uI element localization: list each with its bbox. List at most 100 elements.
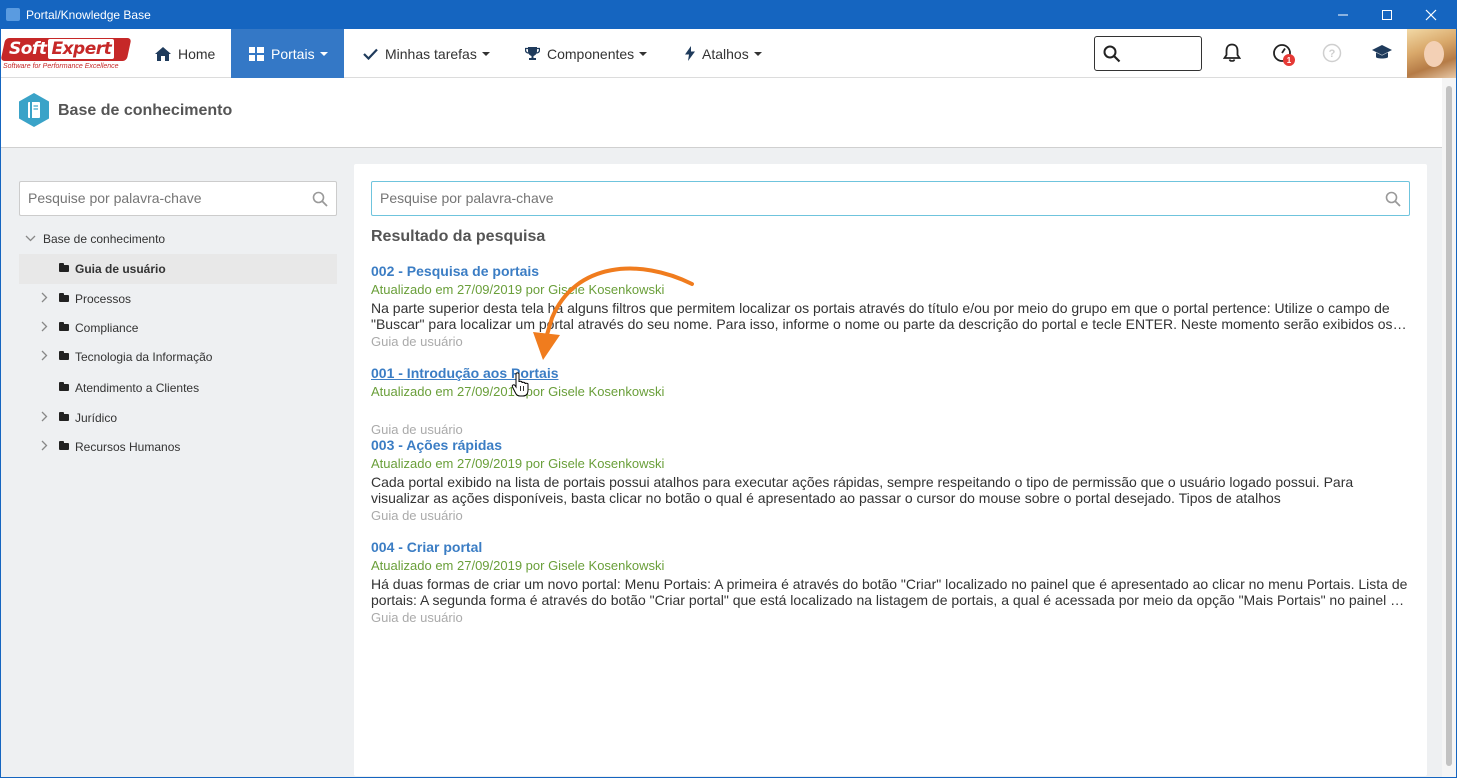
scrollbar-thumb[interactable]	[1446, 86, 1452, 766]
result-item: 004 - Criar portal Atualizado em 27/09/2…	[371, 539, 1411, 625]
tree-item-label: Atendimento a Clientes	[75, 381, 200, 395]
chevron-right-icon[interactable]	[41, 350, 48, 364]
knowledge-base-icon	[19, 93, 49, 127]
tree-item-tecnologia-da-informacao[interactable]: Tecnologia da Informação	[19, 342, 337, 372]
tree-item-juridico[interactable]: Jurídico	[19, 403, 337, 433]
task-gauge-button[interactable]: 1	[1271, 42, 1295, 66]
global-search-input[interactable]	[1094, 36, 1202, 71]
maximize-button[interactable]	[1365, 0, 1409, 29]
results-panel: Resultado da pesquisa 002 - Pesquisa de …	[354, 164, 1427, 776]
close-button[interactable]	[1409, 0, 1453, 29]
minimize-icon	[1338, 14, 1348, 15]
folder-icon	[59, 441, 69, 450]
page-header: Base de conhecimento	[1, 78, 1442, 148]
chevron-right-icon[interactable]	[41, 440, 48, 454]
search-icon	[1103, 45, 1121, 63]
user-avatar[interactable]	[1407, 29, 1456, 78]
result-description-empty	[371, 402, 1411, 420]
window-title: Portal/Knowledge Base	[26, 8, 151, 22]
nav-minhas-tarefas[interactable]: Minhas tarefas	[363, 29, 490, 78]
result-category: Guia de usuário	[371, 422, 463, 437]
close-icon	[1425, 9, 1437, 20]
folder-icon	[59, 412, 69, 421]
nav-portais[interactable]: Portais	[231, 29, 344, 78]
tree-item-label: Compliance	[75, 321, 139, 335]
notifications-button[interactable]	[1221, 42, 1243, 64]
main-search-box	[371, 181, 1410, 216]
minimize-button[interactable]	[1321, 0, 1365, 29]
search-icon[interactable]	[1385, 191, 1401, 207]
help-button[interactable]: ?	[1321, 42, 1343, 64]
page-title: Base de conhecimento	[58, 102, 233, 119]
bolt-icon	[685, 46, 695, 61]
nav-home-label: Home	[178, 45, 216, 62]
left-search-input[interactable]	[28, 190, 298, 206]
chevron-right-icon[interactable]	[41, 292, 48, 306]
result-title-link[interactable]: 001 - Introdução aos Portais	[371, 365, 1411, 383]
svg-text:?: ?	[1329, 48, 1336, 60]
graduation-cap-icon	[1372, 45, 1392, 59]
result-category: Guia de usuário	[371, 334, 463, 349]
results-heading: Resultado da pesquisa	[371, 228, 546, 245]
result-item: 003 - Ações rápidas Atualizado em 27/09/…	[371, 437, 1411, 523]
home-icon	[155, 46, 171, 61]
chevron-down-icon	[319, 51, 328, 56]
nav-componentes-label: Componentes	[547, 45, 635, 62]
result-meta: Atualizado em 27/09/2019 por Gisele Kose…	[371, 282, 665, 297]
folder-icon	[59, 351, 69, 360]
chevron-down-icon	[753, 51, 762, 56]
tree-item-recursos-humanos[interactable]: Recursos Humanos	[19, 432, 337, 462]
tree-item-processos[interactable]: Processos	[19, 284, 337, 314]
search-icon[interactable]	[312, 191, 328, 207]
chevron-down-icon	[639, 51, 648, 56]
learning-button[interactable]	[1371, 42, 1393, 64]
nav-home[interactable]: Home	[155, 29, 215, 78]
folder-icon	[59, 382, 69, 391]
result-item: 001 - Introdução aos Portais Atualizado …	[371, 365, 1411, 437]
nav-componentes[interactable]: Componentes	[525, 29, 648, 78]
nav-portais-label: Portais	[271, 45, 315, 62]
nav-minhas-tarefas-label: Minhas tarefas	[385, 45, 477, 62]
help-icon: ?	[1322, 43, 1342, 63]
page-scrollbar[interactable]	[1442, 78, 1456, 777]
tree-item-label: Jurídico	[75, 411, 118, 425]
chevron-right-icon[interactable]	[41, 321, 48, 335]
result-category: Guia de usuário	[371, 508, 463, 523]
result-description: Cada portal exibido na lista de portais …	[371, 474, 1354, 506]
tree-item-atendimento-a-clientes[interactable]: Atendimento a Clientes	[19, 373, 337, 403]
softexpert-logo[interactable]: Soft Expert Software for Performance Exce…	[1, 36, 133, 72]
main-search-input[interactable]	[380, 190, 1360, 206]
result-title-link[interactable]: 004 - Criar portal	[371, 539, 1411, 557]
tree-item-compliance[interactable]: Compliance	[19, 313, 337, 343]
trophy-icon	[525, 46, 540, 60]
chevron-right-icon[interactable]	[41, 411, 48, 425]
tree-item-label: Tecnologia da Informação	[75, 350, 213, 364]
app-icon	[6, 8, 20, 21]
result-title-link[interactable]: 002 - Pesquisa de portais	[371, 263, 1411, 281]
folder-icon	[59, 263, 69, 272]
left-search-box	[19, 181, 337, 216]
check-icon	[363, 48, 378, 60]
nav-atalhos[interactable]: Atalhos	[685, 29, 762, 78]
tree-item-guia-de-usuario[interactable]: Guia de usuário	[19, 254, 337, 284]
folder-icon	[59, 293, 69, 302]
result-title-link[interactable]: 003 - Ações rápidas	[371, 437, 1411, 455]
window-titlebar: Portal/Knowledge Base	[0, 0, 1457, 29]
top-navbar: Soft Expert Software for Performance Exce…	[1, 29, 1456, 78]
logo-text-expert: Expert	[48, 39, 115, 59]
maximize-icon	[1382, 9, 1392, 20]
tree-item-label: Recursos Humanos	[75, 440, 181, 454]
tree-item-label: Guia de usuário	[75, 262, 166, 276]
result-meta: Atualizado em 27/09/2019 por Gisele Kose…	[371, 384, 665, 399]
folder-icon	[59, 322, 69, 331]
chevron-down-icon	[481, 51, 490, 56]
chevron-down-icon[interactable]	[25, 234, 36, 245]
tree-item-label: Processos	[75, 292, 132, 306]
result-description: Na parte superior desta tela há alguns f…	[371, 300, 1393, 332]
bell-icon	[1223, 43, 1241, 62]
app-frame: Soft Expert Software for Performance Exce…	[0, 29, 1457, 778]
logo-tagline: Software for Performance Excellence	[3, 63, 119, 70]
nav-atalhos-label: Atalhos	[702, 45, 749, 62]
result-category: Guia de usuário	[371, 610, 463, 625]
tree-root[interactable]: Base de conhecimento	[19, 224, 337, 254]
